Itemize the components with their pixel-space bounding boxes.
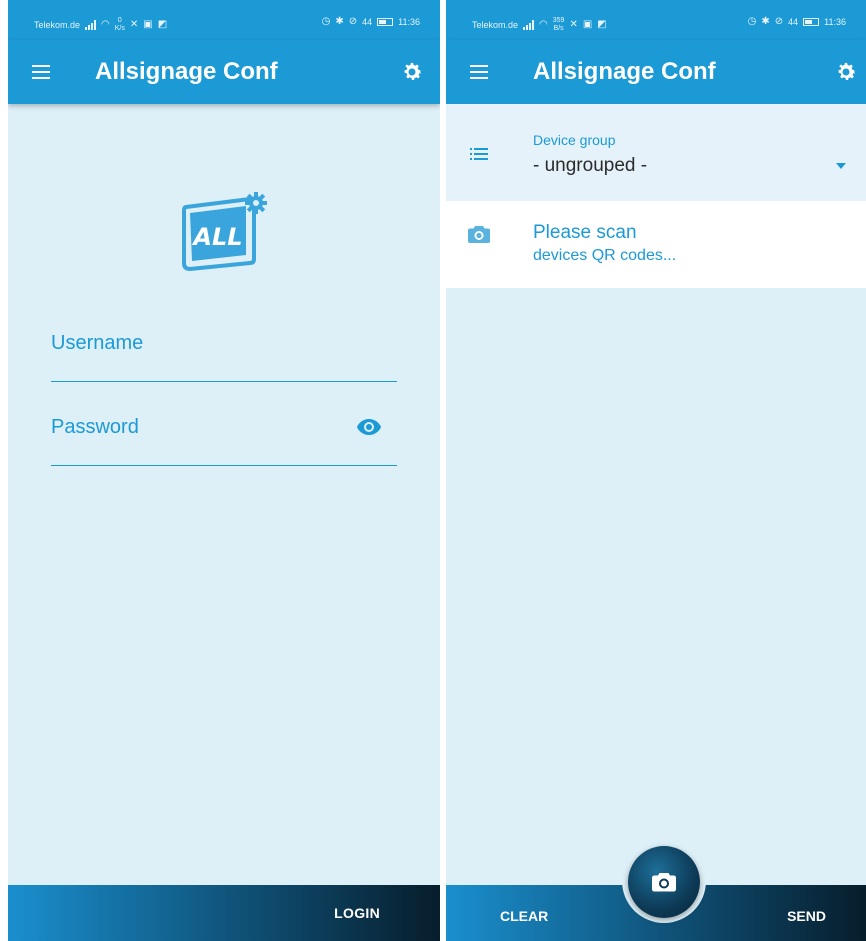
- username-field[interactable]: Username: [51, 320, 397, 382]
- scan-screen: Telekom.de ◠ 359 B/s ✕ ▣ ◩ ◷ ✱ ⊘ 44 11:3…: [446, 0, 866, 941]
- scan-prompt-subtitle: devices QR codes...: [533, 247, 677, 264]
- clear-button[interactable]: CLEAR: [500, 908, 548, 924]
- app-logo: ALL: [182, 192, 267, 272]
- carrier-label: Telekom.de: [472, 20, 519, 30]
- carrier-label: Telekom.de: [34, 20, 81, 30]
- scan-prompt-title: Please scan: [533, 222, 637, 243]
- status-left: Telekom.de ◠ 0 K/s ✕ ▣ ◩: [34, 17, 167, 33]
- app-title: Allsignage Conf: [533, 58, 716, 85]
- status-bar: Telekom.de ◠ 0 K/s ✕ ▣ ◩ ◷ ✱ ⊘ 44 11:36: [8, 0, 440, 40]
- image-icon: ◩: [157, 19, 168, 30]
- clock: 11:36: [398, 17, 420, 27]
- camera-icon: [652, 873, 676, 892]
- speed-value: 0: [117, 17, 122, 24]
- send-button[interactable]: SEND: [787, 908, 826, 924]
- battery-level: 44: [362, 17, 373, 27]
- dropdown-arrow-icon[interactable]: [836, 163, 846, 169]
- data-icon: ▣: [143, 19, 153, 30]
- status-right: ◷ ✱ ⊘ 44 11:36: [747, 16, 846, 28]
- speed-unit: K/s: [114, 25, 125, 32]
- camera-icon: [468, 226, 490, 243]
- status-bar: Telekom.de ◠ 359 B/s ✕ ▣ ◩ ◷ ✱ ⊘ 44 11:3…: [446, 0, 866, 40]
- app-title: Allsignage Conf: [95, 58, 278, 85]
- status-right: ◷ ✱ ⊘ 44 11:36: [321, 16, 420, 28]
- bottom-bar: LOGIN: [8, 885, 440, 941]
- scan-fab-button[interactable]: [628, 846, 700, 918]
- wifi-icon: ◠: [101, 19, 110, 30]
- notification-icon: ✕: [129, 19, 139, 30]
- bluetooth-icon: ✱: [335, 16, 344, 27]
- logo-gear-icon: [245, 192, 267, 214]
- device-group-value: - ungrouped -: [533, 155, 648, 176]
- app-bar: Allsignage Conf: [446, 40, 866, 104]
- battery-icon: [803, 18, 820, 26]
- clock: 11:36: [824, 17, 846, 27]
- login-button[interactable]: LOGIN: [334, 905, 380, 921]
- password-field[interactable]: Password: [51, 404, 397, 466]
- signal-icon: [523, 20, 535, 30]
- app-bar: Allsignage Conf: [8, 40, 440, 104]
- battery-icon: [377, 18, 394, 26]
- bluetooth-icon: ✱: [761, 16, 770, 27]
- data-icon: ▣: [582, 19, 593, 30]
- device-group-select[interactable]: Device group - ungrouped -: [446, 104, 866, 201]
- username-label: Username: [51, 332, 144, 354]
- gear-icon[interactable]: [400, 60, 424, 84]
- speed-unit: B/s: [553, 25, 564, 32]
- image-icon: ◩: [597, 19, 607, 30]
- menu-icon[interactable]: [470, 64, 488, 80]
- status-left: Telekom.de ◠ 359 B/s ✕ ▣ ◩: [472, 17, 607, 33]
- speed-value: 359: [552, 17, 565, 24]
- alarm-icon: ◷: [747, 16, 757, 27]
- battery-level: 44: [788, 17, 799, 27]
- list-icon: [470, 148, 488, 162]
- network-speed: 0 K/s: [115, 17, 125, 33]
- eye-icon[interactable]: [356, 418, 382, 436]
- login-screen: Telekom.de ◠ 0 K/s ✕ ▣ ◩ ◷ ✱ ⊘ 44 11:36 …: [8, 0, 440, 941]
- logo-text: ALL: [191, 223, 242, 251]
- gear-icon[interactable]: [834, 60, 858, 84]
- menu-icon[interactable]: [32, 64, 50, 80]
- notification-icon: ✕: [569, 19, 578, 30]
- mute-icon: ⊘: [348, 16, 358, 27]
- device-group-label: Device group: [533, 132, 616, 148]
- signal-icon: [85, 20, 97, 30]
- scan-prompt: Please scan devices QR codes...: [446, 201, 866, 288]
- wifi-icon: ◠: [539, 19, 548, 30]
- alarm-icon: ◷: [321, 16, 331, 27]
- mute-icon: ⊘: [774, 16, 784, 27]
- network-speed: 359 B/s: [553, 17, 565, 33]
- password-label: Password: [51, 416, 139, 438]
